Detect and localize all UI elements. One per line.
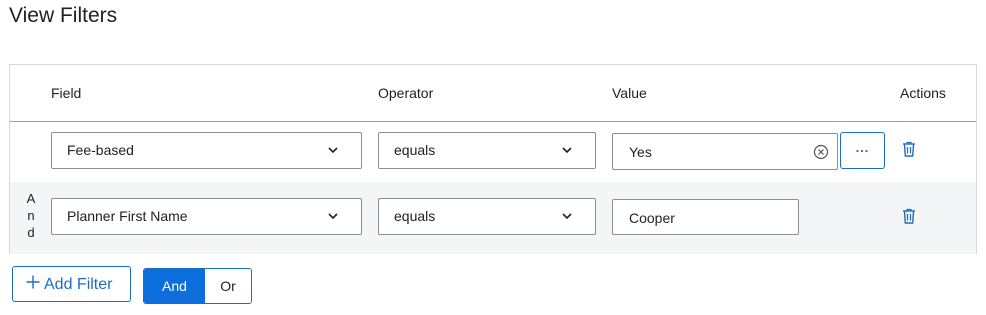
chevron-down-icon <box>328 147 338 154</box>
field-select-value: Fee-based <box>67 142 134 158</box>
column-header-value: Value <box>612 85 647 101</box>
plus-icon <box>26 275 40 289</box>
filter-row: And Planner First Name equals Cooper <box>10 182 976 254</box>
field-select-value: Planner First Name <box>67 208 188 224</box>
filter-table: Field Operator Value Actions Fee-based e… <box>9 64 977 254</box>
column-header-field: Field <box>51 85 82 101</box>
conjunction-label: And <box>24 190 38 241</box>
logic-toggle: And Or <box>143 268 252 304</box>
field-select[interactable]: Fee-based <box>51 132 362 169</box>
page-title: View Filters <box>9 4 118 27</box>
value-input-text: Yes <box>629 144 652 160</box>
clear-circle-icon[interactable] <box>813 144 829 160</box>
logic-option-or[interactable]: Or <box>205 269 251 303</box>
operator-select-value: equals <box>394 208 436 224</box>
lookup-button[interactable]: ... <box>840 132 885 169</box>
field-select[interactable]: Planner First Name <box>51 198 362 235</box>
column-header-operator: Operator <box>378 85 434 101</box>
operator-select[interactable]: equals <box>378 132 596 169</box>
logic-option-and[interactable]: And <box>144 269 205 303</box>
value-input[interactable]: Yes <box>612 133 838 170</box>
value-input[interactable]: Cooper <box>612 199 799 235</box>
chevron-down-icon <box>328 213 338 220</box>
value-input-text: Cooper <box>629 210 675 226</box>
trash-icon[interactable] <box>902 208 916 224</box>
operator-select[interactable]: equals <box>378 198 596 235</box>
conjunction-text: And <box>26 191 36 240</box>
add-filter-label: Add Filter <box>44 276 113 293</box>
filter-row: Fee-based equals Yes ... <box>10 122 976 182</box>
add-filter-button[interactable]: Add Filter <box>12 266 131 302</box>
trash-icon[interactable] <box>902 141 916 157</box>
chevron-down-icon <box>562 147 572 154</box>
chevron-down-icon <box>562 213 572 220</box>
column-header-actions: Actions <box>900 85 946 101</box>
operator-select-value: equals <box>394 142 436 158</box>
